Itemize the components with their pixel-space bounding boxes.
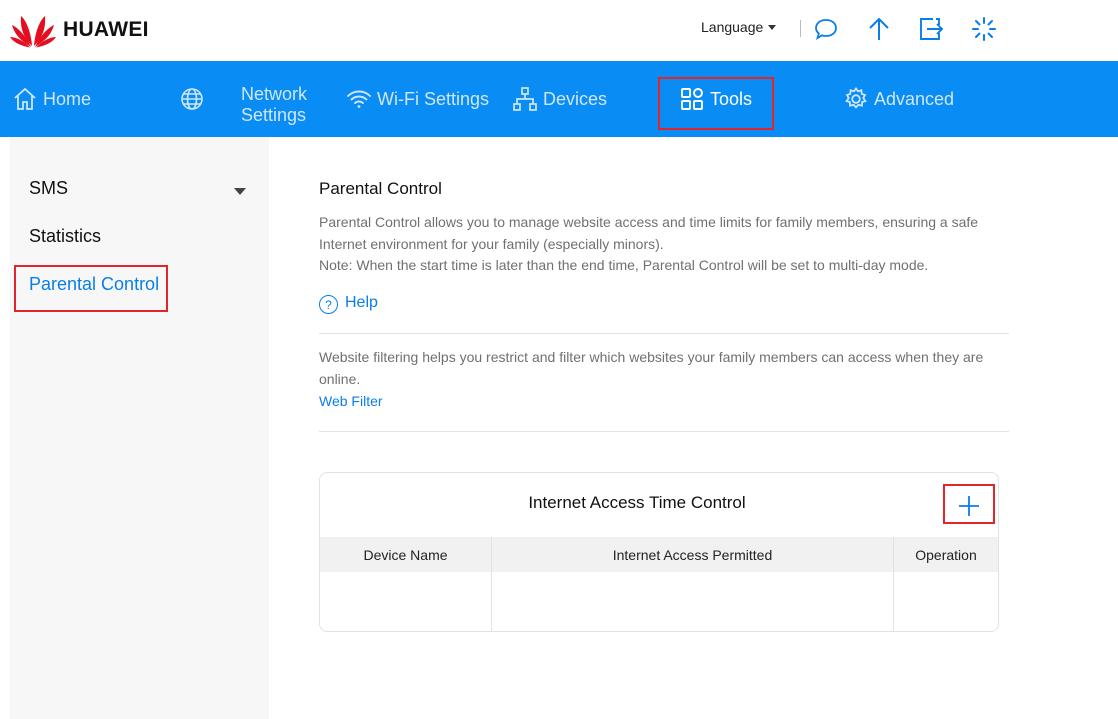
caret-down-icon xyxy=(768,24,777,30)
home-icon xyxy=(14,87,36,110)
plus-icon xyxy=(959,496,979,516)
nav-advanced[interactable]: Advanced xyxy=(843,61,954,137)
table-cell xyxy=(320,572,491,631)
nav-network-settings-label[interactable]: Network Settings xyxy=(241,84,321,126)
help-label: Help xyxy=(345,294,378,311)
column-header-internet-access-permitted: Internet Access Permitted xyxy=(491,537,893,572)
header-divider xyxy=(800,20,801,37)
card-title: Internet Access Time Control xyxy=(528,493,746,512)
nav-home[interactable]: Home xyxy=(12,61,91,137)
table-body-empty xyxy=(320,572,998,631)
question-circle-icon: ? xyxy=(319,295,338,314)
message-icon[interactable] xyxy=(813,16,839,42)
add-rule-button[interactable] xyxy=(956,493,982,519)
parental-control-description: Parental Control allows you to manage we… xyxy=(319,214,979,273)
web-filter-description: Website filtering helps you restrict and… xyxy=(319,349,984,387)
top-header: HUAWEI Language xyxy=(0,0,1118,61)
sidebar-item-statistics[interactable]: Statistics xyxy=(29,226,101,247)
divider xyxy=(319,431,1009,432)
language-label: Language xyxy=(701,19,764,35)
sidebar: SMS Statistics Parental Control xyxy=(10,137,269,719)
nav-wifi-settings[interactable]: Wi-Fi Settings xyxy=(346,61,489,137)
page-title: Parental Control xyxy=(319,179,442,198)
nav-tools-label: Tools xyxy=(710,88,753,109)
main-navigation: Home Network Settings Wi-Fi Settings Dev… xyxy=(0,61,1118,137)
brand-name: HUAWEI xyxy=(63,18,149,41)
nav-devices-label: Devices xyxy=(543,88,608,109)
table-cell xyxy=(893,572,998,631)
help-link[interactable]: ? Help xyxy=(319,292,378,314)
wifi-icon xyxy=(347,90,371,108)
table-cell xyxy=(491,572,893,631)
logout-icon[interactable] xyxy=(918,16,944,42)
sidebar-item-sms[interactable]: SMS xyxy=(29,178,68,199)
sidebar-item-parental-control[interactable]: Parental Control xyxy=(29,274,159,295)
column-header-device-name: Device Name xyxy=(363,546,448,563)
upload-icon[interactable] xyxy=(866,16,892,42)
table-header: Device Name Internet Access Permitted Op… xyxy=(320,537,998,572)
nav-advanced-label: Advanced xyxy=(874,88,955,109)
nav-network-settings[interactable] xyxy=(179,61,205,137)
chevron-down-icon[interactable] xyxy=(234,188,246,195)
devices-icon xyxy=(513,87,537,111)
gear-icon xyxy=(845,86,867,109)
loading-icon[interactable] xyxy=(971,16,997,42)
nav-wifi-label: Wi-Fi Settings xyxy=(377,88,490,109)
nav-home-label: Home xyxy=(43,88,92,109)
nav-tools[interactable]: Tools xyxy=(679,61,752,137)
tools-grid-icon xyxy=(681,88,703,110)
globe-icon xyxy=(181,88,203,110)
divider xyxy=(319,333,1009,334)
internet-access-time-control-card: Internet Access Time Control Device Name… xyxy=(319,472,999,632)
language-selector[interactable]: Language xyxy=(701,19,777,35)
web-filter-link[interactable]: Web Filter xyxy=(319,393,383,409)
column-header-operation: Operation xyxy=(893,537,998,572)
nav-devices[interactable]: Devices xyxy=(512,61,607,137)
huawei-logo: HUAWEI xyxy=(10,12,149,48)
huawei-petal-icon xyxy=(10,16,56,48)
